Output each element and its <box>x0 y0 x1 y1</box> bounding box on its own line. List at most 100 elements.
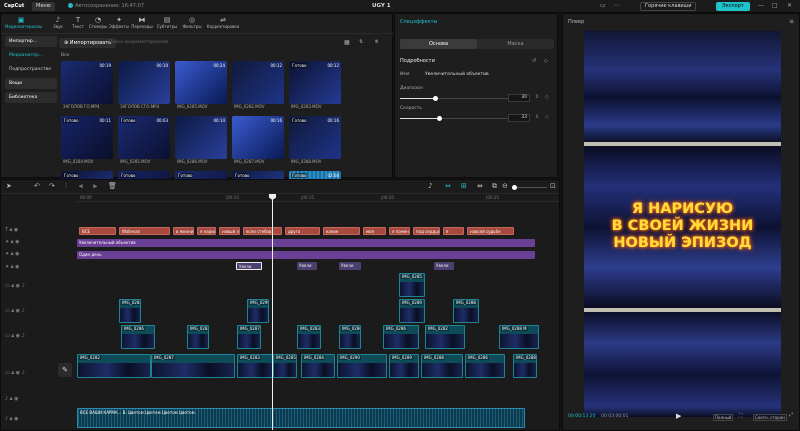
range-slider[interactable] <box>400 96 518 101</box>
full-button[interactable]: Полный <box>713 414 734 421</box>
video-clip[interactable]: IMG_0285 <box>399 273 425 297</box>
text-clip[interactable]: я <box>443 227 464 235</box>
menu-button[interactable]: Меню <box>32 2 55 11</box>
snap-icon[interactable]: ⇹ <box>477 182 483 190</box>
text-clip[interactable]: если стебов <box>243 227 282 235</box>
media-thumb[interactable]: 00:16 IMG_0287.MOV <box>232 116 284 168</box>
video-clip[interactable]: IMG_0282 <box>187 325 209 349</box>
tool-media[interactable]: ▣ Медиаматериалы <box>5 16 42 29</box>
media-thumb[interactable]: 00:24 IMG_0285.MOV <box>175 61 227 113</box>
video-clip[interactable]: IMG_0284 <box>301 354 335 378</box>
sidenav-media[interactable]: Медиаматер... <box>5 50 57 61</box>
media-thumb[interactable]: 00:10 ЗАГОЛОВ СГО.MP4 <box>118 61 170 113</box>
speed-knob[interactable] <box>436 116 442 121</box>
audio-icon[interactable]: ♪ <box>22 283 25 289</box>
link-icon[interactable]: ⇔ <box>445 182 451 190</box>
video-clip[interactable]: IMG_0284 <box>119 299 141 323</box>
delete-icon[interactable]: 🗑 <box>108 182 117 190</box>
stepper-icon[interactable]: ⇕ <box>535 94 539 100</box>
playhead[interactable] <box>272 194 273 430</box>
keyframe-icon[interactable]: ◇ <box>545 94 549 100</box>
redo-icon[interactable]: ↷ <box>49 182 55 190</box>
video-clip[interactable]: IMG_0290 <box>337 354 387 378</box>
video-clip[interactable]: IMG_0287 <box>151 354 235 378</box>
small-effect-clip[interactable]: Увели <box>236 262 262 270</box>
settings-icon[interactable]: ⋯ <box>614 2 620 9</box>
grid-view-icon[interactable]: ▦ <box>344 39 350 46</box>
lock-icon[interactable]: 🔒︎ <box>11 333 14 339</box>
play-icon[interactable]: ▶ <box>676 412 681 420</box>
video-clip[interactable]: IMG_0282 <box>77 354 151 378</box>
video-clip[interactable]: IMG_0283 <box>237 354 273 378</box>
tab-mask[interactable]: Маска <box>477 39 554 49</box>
speed-slider[interactable] <box>400 116 518 121</box>
cursor-icon[interactable]: ➤ <box>6 182 12 190</box>
media-thumb[interactable]: 00:11 Готово IMG_0284.MOV <box>61 116 113 168</box>
sidenav-things[interactable]: Вещи <box>5 78 57 89</box>
text-clip[interactable]: под сердце <box>413 227 440 235</box>
video-clip[interactable]: IMG_0288 <box>453 299 479 323</box>
split-right-icon[interactable]: ⫸ <box>93 182 97 191</box>
video-clip[interactable]: IMG_0286 M <box>339 325 361 349</box>
eye-icon[interactable]: ◉ <box>14 396 18 402</box>
zoom-slider[interactable] <box>512 185 547 190</box>
video-clip[interactable]: IMG_0290 <box>247 299 269 323</box>
text-clip[interactable]: моя <box>363 227 386 235</box>
eye-icon[interactable]: ◉ <box>16 370 20 376</box>
lock-icon[interactable]: 🔒︎ <box>11 370 14 376</box>
audio-icon[interactable]: ♪ <box>22 308 25 314</box>
video-clip[interactable]: IMG_0286 <box>383 325 419 349</box>
audio-icon[interactable]: ♪ <box>22 333 25 339</box>
tab-basic[interactable]: Основа <box>400 39 477 49</box>
undo-icon[interactable]: ↶ <box>34 182 40 190</box>
eye-icon[interactable]: ◉ <box>15 239 19 245</box>
media-thumb[interactable]: 00:19 ЗАГОЛОВ ГО.MP4 <box>61 61 113 113</box>
hotkeys-button[interactable]: Горячие клавиши <box>640 2 697 11</box>
eye-icon[interactable]: ◉ <box>15 264 19 270</box>
effect-clip[interactable]: Увеличительный объектив <box>77 239 535 247</box>
eye-icon[interactable]: ◉ <box>16 333 20 339</box>
eye-icon[interactable]: ◉ <box>14 416 18 422</box>
reset-icon[interactable]: ↺ <box>532 58 536 64</box>
maximize-icon[interactable]: □ <box>772 2 778 9</box>
range-knob[interactable] <box>433 96 439 101</box>
video-clip[interactable]: IMG_0283 <box>297 325 321 349</box>
effect-clip[interactable]: Один день <box>77 251 535 259</box>
media-thumb[interactable]: 00:12 Готово IMG_0283.MOV <box>289 61 341 113</box>
sidenav-subspace[interactable]: Подпространство <box>5 64 57 75</box>
lock-icon[interactable]: 🔒︎ <box>11 251 14 257</box>
sort-icon[interactable]: ⇅ <box>359 39 363 45</box>
video-clip[interactable]: IMG_0288 <box>421 354 463 378</box>
audio-icon[interactable]: ♪ <box>22 370 25 376</box>
video-clip[interactable]: IMG_0289 <box>389 354 419 378</box>
text-clip[interactable]: в жизни <box>173 227 194 235</box>
lock-icon[interactable]: 🔒︎ <box>10 396 13 402</box>
keyframe-icon[interactable]: ◇ <box>544 58 548 64</box>
video-clip[interactable]: IMG_0287 <box>237 325 261 349</box>
eye-icon[interactable]: ◉ <box>16 283 20 289</box>
magnet-icon[interactable]: ⊞ <box>461 182 467 190</box>
expand-icon[interactable]: ⤢ <box>789 412 793 418</box>
sidenav-import[interactable]: Импортир... <box>5 36 57 47</box>
eye-icon[interactable]: ◉ <box>16 308 20 314</box>
ratio-button[interactable]: Соотн. сторон <box>753 414 787 421</box>
lock-icon[interactable]: 🔒︎ <box>11 239 14 245</box>
eye-icon[interactable]: ◉ <box>15 251 19 257</box>
zoom-knob[interactable] <box>512 185 517 190</box>
speed-input[interactable]: 33 <box>508 114 530 122</box>
lock-icon[interactable]: 🔒︎ <box>10 416 13 422</box>
tool-subtitles[interactable]: ▤ Субтитры <box>156 16 178 29</box>
lock-icon[interactable]: 🔒︎ <box>11 283 14 289</box>
text-clip[interactable]: друга <box>285 227 320 235</box>
split-left-icon[interactable]: ⫷ <box>79 182 83 191</box>
time-ruler[interactable]: 00:00 |00:10 |00:15 |00:20 |00:25 <box>76 194 559 202</box>
media-thumb[interactable]: 00:14 IMG_0286.MOV <box>175 116 227 168</box>
text-clip[interactable]: ВСЕ <box>79 227 116 235</box>
tool-transitions[interactable]: ⧓ Переходы <box>131 16 153 29</box>
media-thumb[interactable]: 00:12 IMG_0282.MOV <box>232 61 284 113</box>
text-clip[interactable]: я нарисую <box>197 227 216 235</box>
range-input[interactable]: 30 <box>508 94 530 102</box>
text-clip[interactable]: я поменяю <box>389 227 410 235</box>
video-clip[interactable]: IMG_0288 M <box>499 325 539 349</box>
lock-icon[interactable]: 🔒︎ <box>11 308 14 314</box>
